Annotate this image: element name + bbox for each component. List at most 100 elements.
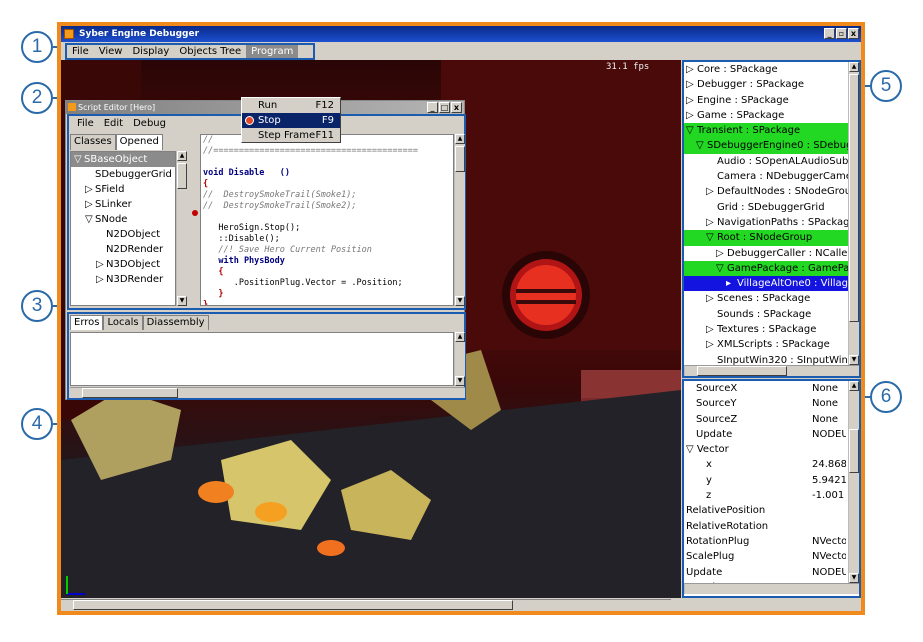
tab-opened[interactable]: Opened <box>115 134 163 150</box>
script-menu-edit[interactable]: Edit <box>99 116 128 132</box>
script-menu-file[interactable]: File <box>72 116 99 132</box>
property-row[interactable]: RelativePosition <box>684 503 848 518</box>
property-row[interactable]: SourceY None <box>684 396 848 411</box>
props-scroll-up-icon[interactable]: ▲ <box>849 381 859 391</box>
script-maximize-button[interactable]: □ <box>439 102 450 113</box>
class-tree-item[interactable]: ▽ SBaseObject <box>71 152 175 167</box>
class-tree-item[interactable]: ▷ SField <box>71 182 175 197</box>
menu-view[interactable]: View <box>94 45 128 58</box>
collapsed-arrow-icon[interactable]: ▷ <box>716 246 727 261</box>
code-scroll-down-icon[interactable]: ▼ <box>455 296 465 306</box>
menu-item-run[interactable]: Run F12 <box>242 98 340 113</box>
property-row[interactable]: x 24.868 <box>684 457 848 472</box>
object-tree-item[interactable]: ▽ Transient : SPackage <box>684 123 848 139</box>
code-editor[interactable]: ////====================================… <box>200 134 454 306</box>
object-tree-item[interactable]: ▽ Root : SNodeGroup <box>684 230 848 246</box>
property-row[interactable]: SourceZ None <box>684 412 848 427</box>
collapsed-arrow-icon[interactable]: ▷ <box>686 93 697 108</box>
object-tree-item[interactable]: Camera : NDebuggerCamera <box>684 169 848 184</box>
output-scrollbar[interactable]: ▲ ▼ <box>454 332 465 386</box>
collapsed-arrow-icon[interactable]: ▷ <box>686 77 697 92</box>
collapsed-arrow-icon[interactable]: ▷ <box>96 272 106 287</box>
property-row[interactable]: z -1.001 <box>684 488 848 503</box>
collapsed-arrow-icon[interactable]: ▷ <box>706 291 717 306</box>
script-menu-debug[interactable]: Debug <box>128 116 171 132</box>
scroll-up-arrow-icon[interactable]: ▲ <box>177 151 187 161</box>
collapsed-arrow-icon[interactable]: ▷ <box>706 184 717 199</box>
menu-program[interactable]: Program <box>246 45 299 58</box>
property-row[interactable]: ScalePlug NVector <box>684 549 848 564</box>
viewport-hscrollbar[interactable] <box>61 599 671 611</box>
property-row[interactable]: ▽ Vector <box>684 442 848 457</box>
collapsed-arrow-icon[interactable]: ▷ <box>96 257 106 272</box>
object-tree-item[interactable]: ▷ Game : SPackage <box>684 108 848 123</box>
object-tree-item[interactable]: ▷ Textures : SPackage <box>684 322 848 337</box>
property-row[interactable]: Update NODEUpdate <box>684 565 848 580</box>
object-tree-item[interactable]: ▷ NavigationPaths : SPackage <box>684 215 848 230</box>
property-row[interactable]: RelativeRotation <box>684 519 848 534</box>
object-tree-item[interactable]: SInputWin320 : SInputWin32 <box>684 353 848 365</box>
props-scroll-thumb[interactable] <box>849 429 859 473</box>
collapsed-arrow-icon[interactable]: ▷ <box>706 322 717 337</box>
object-tree-item[interactable]: ▽GamePackage : GamePackage <box>684 260 848 277</box>
expanded-arrow-icon[interactable]: ▽ <box>716 261 727 276</box>
menu-objects-tree[interactable]: Objects Tree <box>174 45 246 58</box>
objects-tree-vscrollbar[interactable]: ▲ ▼ <box>848 62 859 365</box>
output-hscroll-thumb[interactable] <box>82 388 178 398</box>
tree-scroll-down-icon[interactable]: ▼ <box>849 355 859 365</box>
collapsed-arrow-icon[interactable]: ▸ <box>726 276 737 291</box>
close-button[interactable]: x <box>848 28 859 39</box>
properties-vscrollbar[interactable]: ▲ ▼ <box>848 381 859 583</box>
class-tree-item[interactable]: ▽ SNode <box>71 212 175 227</box>
object-tree-item[interactable]: ▷ XMLScripts : SPackage <box>684 337 848 352</box>
object-tree-item[interactable]: ▷ Core : SPackage <box>684 62 848 77</box>
3d-viewport[interactable]: 31.1 fps Script Editor [Hero] _ □ x File… <box>61 60 681 598</box>
property-row[interactable]: y 5.9421 <box>684 473 848 488</box>
restore-button[interactable]: ▫ <box>836 28 847 39</box>
class-tree-item[interactable]: N2DObject <box>71 227 175 242</box>
object-tree-item[interactable]: Sounds : SPackage <box>684 307 848 322</box>
expanded-arrow-icon[interactable]: ▽ <box>706 230 717 245</box>
code-scroll-thumb[interactable] <box>455 146 465 172</box>
output-hscrollbar[interactable] <box>70 387 465 398</box>
scroll-thumb[interactable] <box>177 163 187 189</box>
code-scrollbar[interactable]: ▲ ▼ <box>454 134 465 306</box>
script-close-button[interactable]: x <box>451 102 462 113</box>
expanded-arrow-icon[interactable]: ▽ <box>74 152 84 167</box>
tree-hscroll-thumb[interactable] <box>697 366 787 376</box>
class-tree-item[interactable]: SDebuggerGrid <box>71 167 175 182</box>
object-tree-item[interactable]: Audio : SOpenALAudioSubsystem <box>684 154 848 169</box>
class-tree-item[interactable]: N2DRender <box>71 242 175 257</box>
object-tree-item[interactable]: ▷ DefaultNodes : SNodeGroup <box>684 184 848 199</box>
collapsed-arrow-icon[interactable]: ▷ <box>706 215 717 230</box>
properties-hscrollbar[interactable] <box>684 583 859 594</box>
viewport-hscroll-thumb[interactable] <box>73 600 513 610</box>
property-row[interactable]: SourceX None <box>684 381 848 396</box>
script-minimize-button[interactable]: _ <box>427 102 438 113</box>
menu-item-stop[interactable]: Stop F9 <box>242 113 340 128</box>
tab-locals[interactable]: Locals <box>103 315 143 330</box>
menu-file[interactable]: File <box>67 45 94 58</box>
class-tree-item[interactable]: ▷ N3DObject <box>71 257 175 272</box>
output-scroll-down-icon[interactable]: ▼ <box>455 376 465 386</box>
collapsed-arrow-icon[interactable]: ▷ <box>686 62 697 77</box>
minimize-button[interactable]: _ <box>824 28 835 39</box>
expanded-arrow-icon[interactable]: ▽ <box>696 138 707 153</box>
tab-erros[interactable]: Erros <box>70 315 104 330</box>
object-tree-item[interactable]: ▷ Debugger : SPackage <box>684 77 848 92</box>
props-scroll-down-icon[interactable]: ▼ <box>849 573 859 583</box>
code-scroll-up-icon[interactable]: ▲ <box>455 134 465 144</box>
collapsed-arrow-icon[interactable]: ▷ <box>706 337 717 352</box>
expanded-arrow-icon[interactable]: ▽ <box>85 212 95 227</box>
menu-display[interactable]: Display <box>127 45 174 58</box>
scroll-down-arrow-icon[interactable]: ▼ <box>177 296 187 306</box>
object-tree-item[interactable]: ▸VillageAltOne0 : VillageAlt <box>684 276 848 292</box>
tab-classes[interactable]: Classes <box>70 134 116 150</box>
object-tree-item[interactable]: ▽SDebuggerEngine0 : SDebuggerEngine <box>684 138 848 154</box>
class-tree-item[interactable]: ▷ SLinker <box>71 197 175 212</box>
expanded-arrow-icon[interactable]: ▽ <box>686 123 697 138</box>
object-tree-item[interactable]: ▷ Scenes : SPackage <box>684 291 848 306</box>
object-tree-item[interactable]: ▷ DebuggerCaller : NCaller <box>684 246 848 261</box>
objects-tree-hscrollbar[interactable] <box>684 365 859 376</box>
tree-scroll-up-icon[interactable]: ▲ <box>849 62 859 72</box>
